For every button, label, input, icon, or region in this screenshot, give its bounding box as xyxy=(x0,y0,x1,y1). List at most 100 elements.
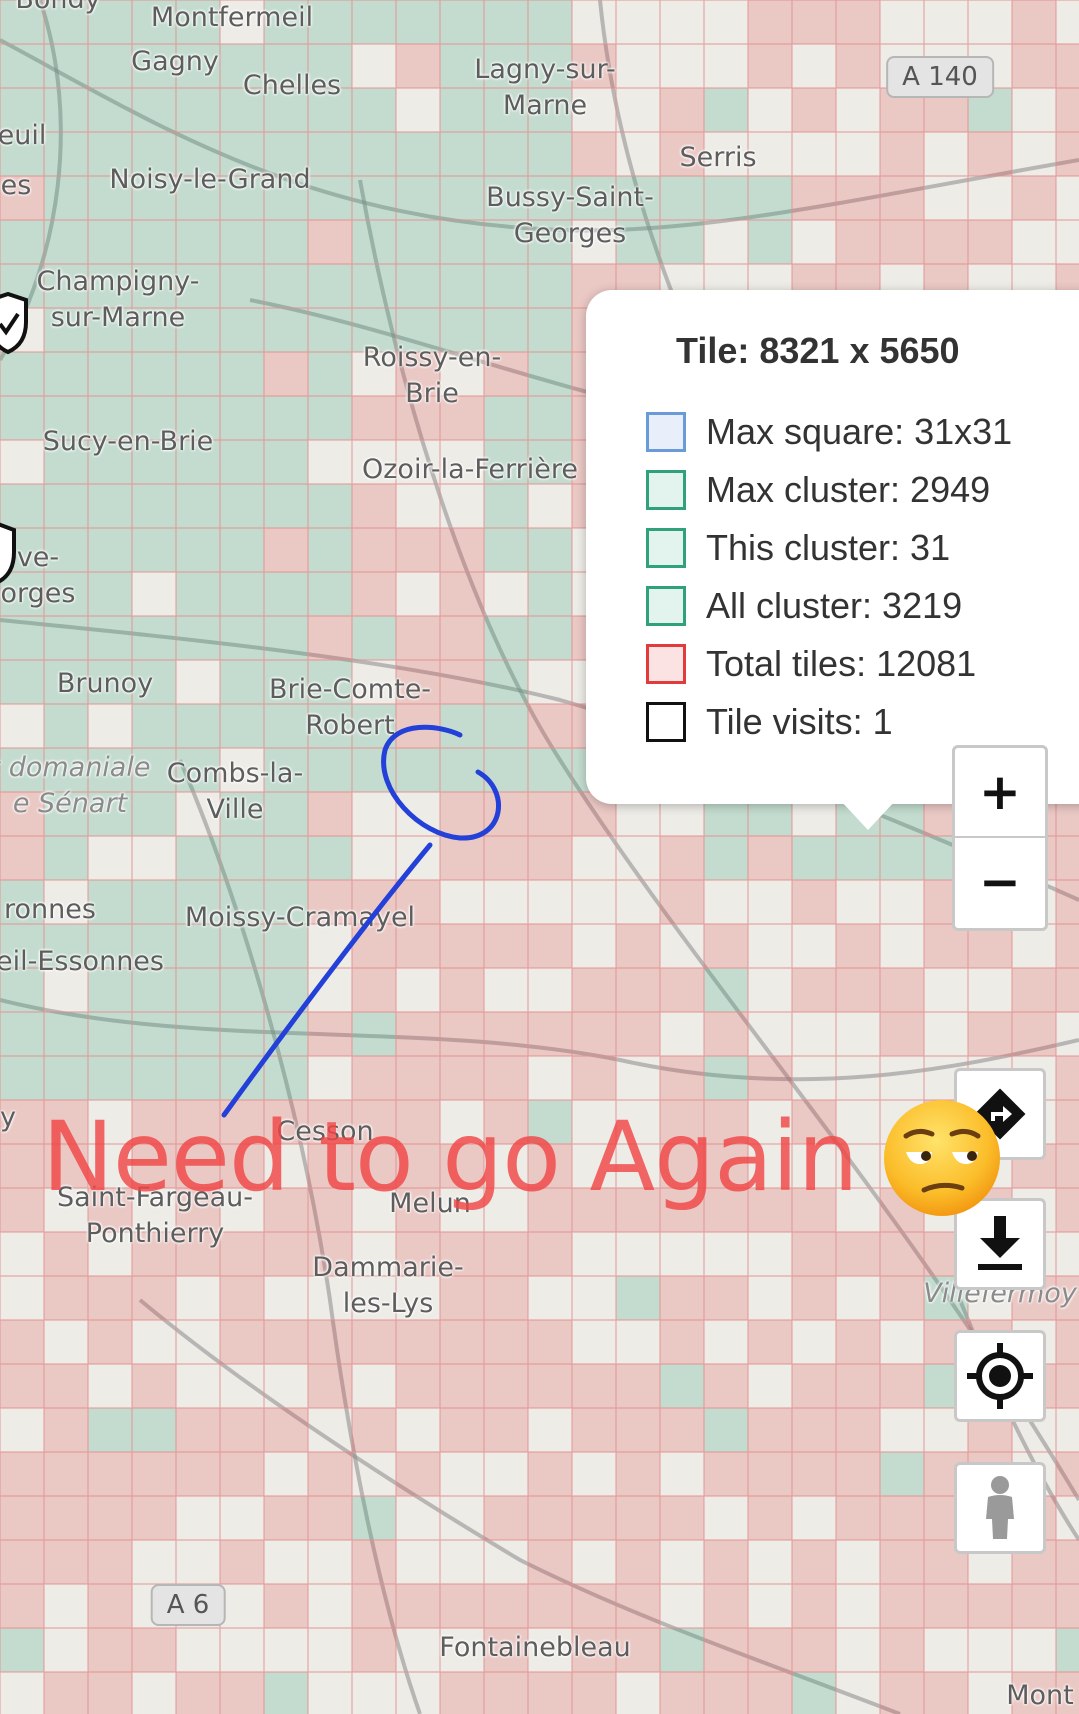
cluster-tile xyxy=(132,220,176,264)
visited-tile xyxy=(0,836,44,880)
visited-tile xyxy=(528,1012,572,1056)
cluster-tile xyxy=(88,1408,132,1452)
cluster-tile xyxy=(308,264,352,308)
cluster-tile xyxy=(308,836,352,880)
cluster-tile xyxy=(528,396,572,440)
visited-tile xyxy=(44,1364,88,1408)
visited-tile xyxy=(88,1276,132,1320)
visited-tile xyxy=(132,1452,176,1496)
cluster-tile xyxy=(616,1276,660,1320)
visited-tile xyxy=(396,44,440,88)
visited-tile xyxy=(660,1056,704,1100)
cluster-tile xyxy=(264,1672,308,1714)
visited-tile xyxy=(792,1232,836,1276)
cluster-tile xyxy=(660,1628,704,1672)
cluster-tile xyxy=(132,704,176,748)
visited-tile xyxy=(0,1452,44,1496)
cluster-tile xyxy=(88,528,132,572)
cluster-tile xyxy=(44,836,88,880)
legend-label: Max cluster: 2949 xyxy=(706,469,991,510)
cluster-tile xyxy=(88,352,132,396)
shield-marker-icon[interactable] xyxy=(0,522,18,586)
cluster-tile xyxy=(176,484,220,528)
place-label: y xyxy=(0,1102,16,1133)
locate-button[interactable] xyxy=(954,1330,1046,1422)
visited-tile xyxy=(660,968,704,1012)
place-label: Sucy-en-Brie xyxy=(42,426,214,457)
cluster-tile xyxy=(264,220,308,264)
visited-tile xyxy=(572,1364,616,1408)
visited-tile xyxy=(836,176,880,220)
visited-tile xyxy=(572,1056,616,1100)
visited-tile xyxy=(616,1496,660,1540)
visited-tile xyxy=(616,924,660,968)
visited-tile xyxy=(1012,44,1056,88)
visited-tile xyxy=(484,836,528,880)
visited-tile xyxy=(792,88,836,132)
visited-tile xyxy=(484,1672,528,1714)
cluster-tile xyxy=(748,176,792,220)
cluster-tile xyxy=(220,572,264,616)
place-label: ronnes xyxy=(4,894,96,925)
cluster-tile xyxy=(396,176,440,220)
visited-tile xyxy=(528,1672,572,1714)
tile-info-popup: Tile: 8321 x 5650 Max square: 31x31 Max c… xyxy=(586,290,1079,804)
visited-tile xyxy=(396,616,440,660)
visited-tile xyxy=(484,1012,528,1056)
cluster-tile xyxy=(484,748,528,792)
visited-tile xyxy=(748,1672,792,1714)
cluster-tile xyxy=(528,132,572,176)
cluster-tile xyxy=(132,528,176,572)
cluster-tile xyxy=(264,396,308,440)
zoom-in-button[interactable]: + xyxy=(955,748,1045,836)
cluster-tile xyxy=(264,484,308,528)
visited-tile xyxy=(308,1364,352,1408)
cluster-tile xyxy=(528,352,572,396)
cluster-tile xyxy=(792,836,836,880)
visited-tile xyxy=(308,616,352,660)
cluster-tile xyxy=(308,528,352,572)
visited-tile xyxy=(396,528,440,572)
legend-swatch xyxy=(646,528,686,568)
visited-tile xyxy=(264,1584,308,1628)
cluster-tile xyxy=(440,704,484,748)
cluster-tile xyxy=(44,220,88,264)
cluster-tile xyxy=(176,220,220,264)
visited-tile xyxy=(792,1584,836,1628)
cluster-tile xyxy=(220,1012,264,1056)
cluster-tile xyxy=(352,220,396,264)
cluster-tile xyxy=(176,704,220,748)
cluster-tile xyxy=(440,264,484,308)
cluster-tile xyxy=(88,1012,132,1056)
visited-tile xyxy=(264,1320,308,1364)
visited-tile xyxy=(396,1452,440,1496)
visited-tile xyxy=(1056,1364,1079,1408)
visited-tile xyxy=(88,1584,132,1628)
cluster-tile xyxy=(176,1056,220,1100)
visited-tile xyxy=(748,1320,792,1364)
visited-tile xyxy=(352,528,396,572)
cluster-tile xyxy=(0,396,44,440)
cluster-tile xyxy=(660,1364,704,1408)
visited-tile xyxy=(836,1496,880,1540)
cluster-tile xyxy=(704,1408,748,1452)
cluster-tile xyxy=(308,176,352,220)
zoom-out-button[interactable]: − xyxy=(955,838,1045,926)
map-view[interactable]: Montfermeil Gagny Chelles Lagny-sur- Marne N… xyxy=(0,0,1079,1714)
street-view-button[interactable] xyxy=(954,1462,1046,1554)
visited-tile xyxy=(132,1276,176,1320)
visited-tile xyxy=(176,1452,220,1496)
place-label: Roissy-en- Brie xyxy=(362,342,502,409)
visited-tile xyxy=(880,968,924,1012)
shield-marker-icon[interactable] xyxy=(0,292,30,356)
visited-tile xyxy=(660,1496,704,1540)
tile-grid-layer xyxy=(0,0,1079,1714)
visited-tile xyxy=(132,1364,176,1408)
unamused-face-emoji xyxy=(884,1100,1000,1216)
cluster-tile xyxy=(264,572,308,616)
visited-tile xyxy=(748,836,792,880)
visited-tile xyxy=(132,1496,176,1540)
cluster-tile xyxy=(704,1056,748,1100)
visited-tile xyxy=(836,1364,880,1408)
legend-swatch xyxy=(646,644,686,684)
